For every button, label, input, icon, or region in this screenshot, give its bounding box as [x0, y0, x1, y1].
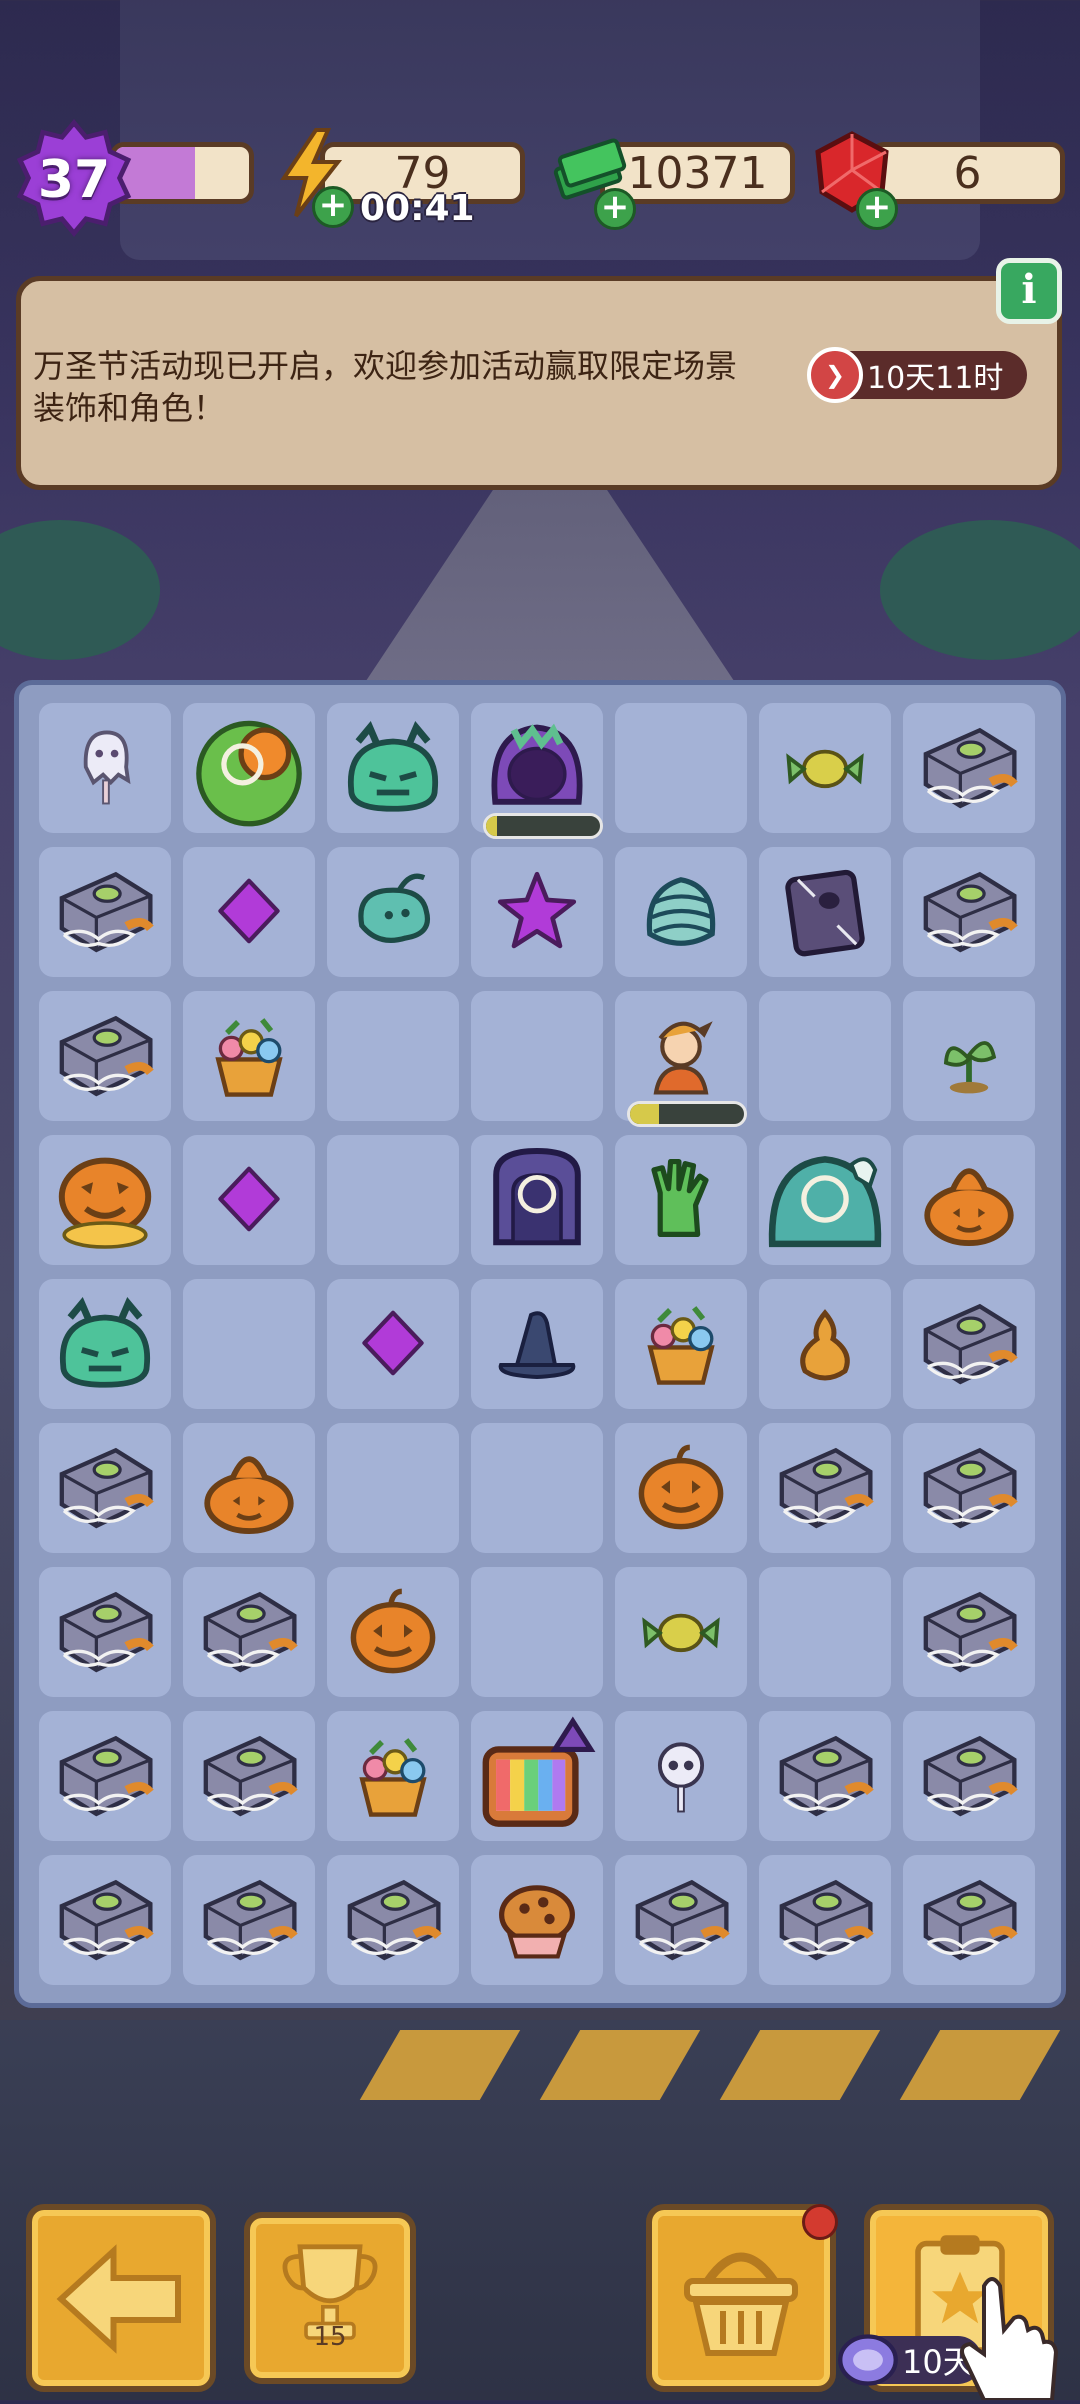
basket-icon: [684, 2252, 798, 2356]
webbed-crate-icon[interactable]: [35, 1561, 175, 1701]
event-message: 万圣节活动现已开启，欢迎参加活动赢取限定场景装饰和角色！: [33, 347, 738, 427]
add-gems-button[interactable]: +: [856, 188, 898, 230]
webbed-crate-icon[interactable]: [899, 1273, 1039, 1413]
webbed-crate-icon[interactable]: [35, 841, 175, 981]
add-cash-button[interactable]: +: [594, 188, 636, 230]
purple-gem-icon[interactable]: [179, 841, 319, 981]
gem-counter[interactable]: 6: [870, 142, 1065, 204]
board-cell[interactable]: [183, 1279, 315, 1409]
board-cell[interactable]: [471, 991, 603, 1121]
zombie-hand-icon[interactable]: [611, 1129, 751, 1269]
purple-gem-icon[interactable]: [323, 1273, 463, 1413]
board-cell[interactable]: [759, 991, 891, 1121]
webbed-crate-icon[interactable]: [899, 1561, 1039, 1701]
trophy-button[interactable]: 15: [244, 2212, 416, 2384]
tutorial-hand-pointer: [944, 2266, 1064, 2402]
background-bush: [0, 520, 160, 660]
retro-tv-witch-icon[interactable]: [467, 1705, 607, 1845]
webbed-crate-icon[interactable]: [611, 1849, 751, 1989]
webbed-crate-icon[interactable]: [35, 1849, 175, 1989]
pumpkin-bush-locked-icon[interactable]: [179, 697, 319, 837]
board-cell[interactable]: [327, 1135, 459, 1265]
board-cell[interactable]: [471, 1567, 603, 1697]
jack-o-lantern-spill-icon[interactable]: [35, 1129, 175, 1269]
webbed-crate-icon[interactable]: [179, 1705, 319, 1845]
event-timer-text: 10天11时: [867, 361, 1004, 396]
flower-basket-icon[interactable]: [179, 985, 319, 1125]
producer-progress-bar: [627, 1101, 747, 1127]
webbed-crate-icon[interactable]: [323, 1849, 463, 1989]
candy-wrapper-icon[interactable]: [611, 1561, 751, 1701]
webbed-crate-icon[interactable]: [899, 1705, 1039, 1845]
producer-progress-fill: [486, 816, 498, 836]
webbed-crate-icon[interactable]: [899, 841, 1039, 981]
webbed-crate-icon[interactable]: [755, 1417, 895, 1557]
notification-dot: [802, 2204, 838, 2240]
jack-o-lantern-icon[interactable]: [323, 1561, 463, 1701]
pumpkin-pile-icon[interactable]: [899, 1129, 1039, 1269]
board-cell[interactable]: [327, 1423, 459, 1553]
webbed-crate-icon[interactable]: [899, 697, 1039, 837]
flower-basket-icon[interactable]: [323, 1705, 463, 1845]
haunted-crypt-locked-icon[interactable]: [755, 1129, 895, 1269]
candy-wrapper-icon[interactable]: [755, 697, 895, 837]
clock-icon: ❯: [807, 347, 863, 403]
spider-book-icon[interactable]: [755, 841, 895, 981]
purple-gem-icon[interactable]: [179, 1129, 319, 1269]
gourd-icon[interactable]: [755, 1273, 895, 1413]
back-arrow-icon: [56, 2244, 181, 2354]
player-level: 37: [37, 150, 111, 210]
cookie-bowl-icon[interactable]: [467, 1849, 607, 1989]
info-button[interactable]: i: [996, 258, 1062, 324]
jack-o-lantern-icon[interactable]: [611, 1417, 751, 1557]
purple-star-icon[interactable]: [467, 841, 607, 981]
webbed-crate-icon[interactable]: [179, 1849, 319, 1989]
pumpkin-pile-icon[interactable]: [179, 1417, 319, 1557]
board-cell[interactable]: [471, 1423, 603, 1553]
merge-board: [14, 680, 1066, 2008]
webbed-crate-icon[interactable]: [179, 1561, 319, 1701]
webbed-crate-icon[interactable]: [35, 1705, 175, 1845]
event-banner[interactable]: 万圣节活动现已开启，欢迎参加活动赢取限定场景装饰和角色！ ❯ 10天11时: [16, 276, 1062, 490]
board-cell[interactable]: [759, 1567, 891, 1697]
ghost-lollipop-icon[interactable]: [35, 697, 175, 837]
green-slime-monster-icon[interactable]: [35, 1273, 175, 1413]
gravestone-locked-icon[interactable]: [467, 1129, 607, 1269]
event-timer: ❯ 10天11时: [807, 347, 1027, 403]
sprout-icon[interactable]: [899, 985, 1039, 1125]
board-cell[interactable]: [327, 991, 459, 1121]
trophy-count: 15: [313, 2322, 347, 2352]
background-bush: [880, 520, 1080, 660]
witch-hat-icon[interactable]: [467, 1273, 607, 1413]
producer-progress-bar: [483, 813, 603, 839]
producer-progress-fill: [630, 1104, 659, 1124]
energy-timer: 00:41: [360, 188, 475, 229]
flower-basket-icon[interactable]: [611, 1273, 751, 1413]
ghost-spirit-icon[interactable]: [323, 841, 463, 981]
skull-lollipop-icon[interactable]: [611, 1705, 751, 1845]
gem-value: 6: [953, 147, 982, 199]
webbed-crate-icon[interactable]: [899, 1849, 1039, 1989]
add-energy-button[interactable]: +: [312, 186, 354, 228]
webbed-crate-icon[interactable]: [35, 985, 175, 1125]
cash-value: 10371: [627, 147, 768, 199]
mummy-swirl-icon[interactable]: [611, 841, 751, 981]
webbed-crate-icon[interactable]: [899, 1417, 1039, 1557]
webbed-crate-icon[interactable]: [35, 1417, 175, 1557]
back-button[interactable]: [26, 2204, 216, 2392]
green-slime-monster-icon[interactable]: [323, 697, 463, 837]
board-cell[interactable]: [615, 703, 747, 833]
webbed-crate-icon[interactable]: [755, 1849, 895, 1989]
webbed-crate-icon[interactable]: [755, 1705, 895, 1845]
hourglass-icon: [838, 2334, 898, 2386]
